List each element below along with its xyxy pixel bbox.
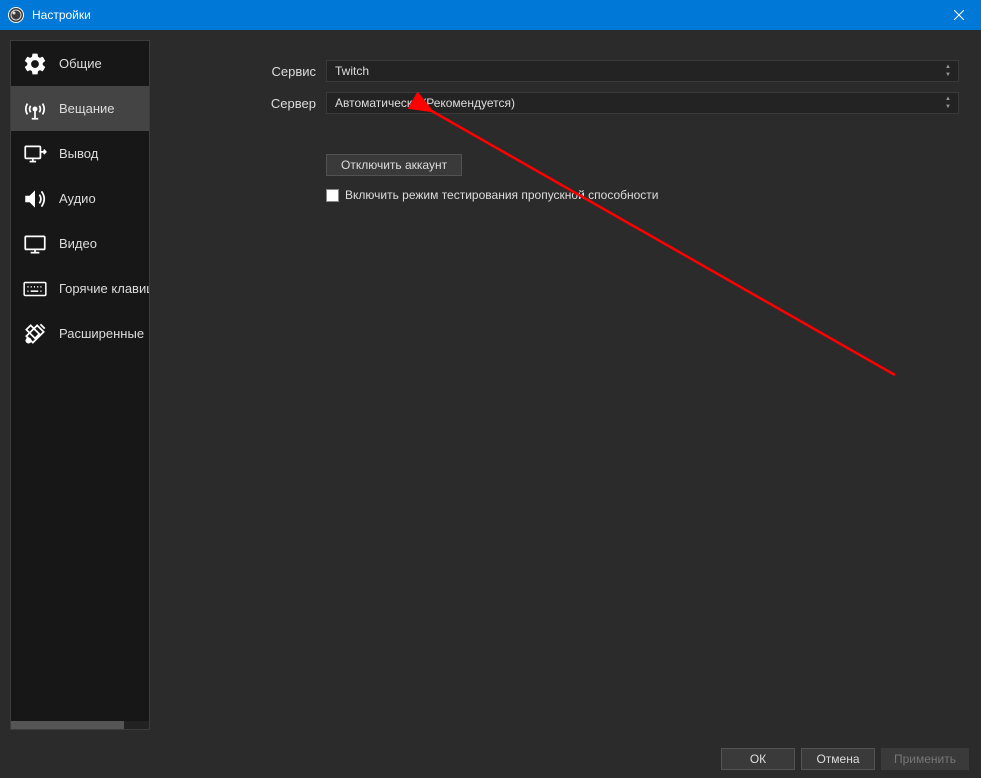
sidebar-item-general[interactable]: Общие <box>11 41 149 86</box>
scrollbar-thumb[interactable] <box>11 721 124 729</box>
bandwidth-test-label: Включить режим тестирования пропускной с… <box>345 188 659 202</box>
content-pane: Сервис Twitch ▲▼ Сервер Автоматически (Р… <box>156 40 971 730</box>
sidebar-item-stream[interactable]: Вещание <box>11 86 149 131</box>
footer: ОК Отмена Применить <box>0 740 981 778</box>
sidebar-item-label: Вывод <box>59 146 98 161</box>
window-title: Настройки <box>32 8 936 22</box>
titlebar: Настройки <box>0 0 981 30</box>
ok-button[interactable]: ОК <box>721 748 795 770</box>
video-icon <box>21 230 49 258</box>
server-combo[interactable]: Автоматически (Рекомендуется) ▲▼ <box>326 92 959 114</box>
obs-logo-icon <box>8 7 24 23</box>
server-combo-value: Автоматически (Рекомендуется) <box>335 96 515 110</box>
sidebar-item-output[interactable]: Вывод <box>11 131 149 176</box>
disconnect-account-button[interactable]: Отключить аккаунт <box>326 154 462 176</box>
combo-spinner-icon: ▲▼ <box>941 63 955 79</box>
sidebar-item-label: Расширенные <box>59 326 144 341</box>
sidebar-item-label: Горячие клавиши <box>59 281 150 296</box>
bandwidth-test-checkbox[interactable] <box>326 189 339 202</box>
sidebar-item-audio[interactable]: Аудио <box>11 176 149 221</box>
apply-button: Применить <box>881 748 969 770</box>
sidebar-item-hotkeys[interactable]: Горячие клавиши <box>11 266 149 311</box>
sidebar: Общие Вещание Вывод Аудио Видео <box>10 40 150 730</box>
sidebar-scrollbar[interactable] <box>11 721 149 729</box>
sidebar-item-label: Аудио <box>59 191 96 206</box>
server-label: Сервер <box>156 96 326 111</box>
sidebar-item-advanced[interactable]: Расширенные <box>11 311 149 356</box>
service-combo-value: Twitch <box>335 64 369 78</box>
sidebar-item-label: Вещание <box>59 101 115 116</box>
sidebar-item-label: Видео <box>59 236 97 251</box>
keyboard-icon <box>21 275 49 303</box>
audio-icon <box>21 185 49 213</box>
output-icon <box>21 140 49 168</box>
close-button[interactable] <box>936 0 981 30</box>
service-combo[interactable]: Twitch ▲▼ <box>326 60 959 82</box>
cancel-button[interactable]: Отмена <box>801 748 875 770</box>
combo-spinner-icon: ▲▼ <box>941 95 955 111</box>
sidebar-item-label: Общие <box>59 56 102 71</box>
service-label: Сервис <box>156 64 326 79</box>
gear-icon <box>21 50 49 78</box>
sidebar-item-video[interactable]: Видео <box>11 221 149 266</box>
tools-icon <box>21 320 49 348</box>
antenna-icon <box>21 95 49 123</box>
